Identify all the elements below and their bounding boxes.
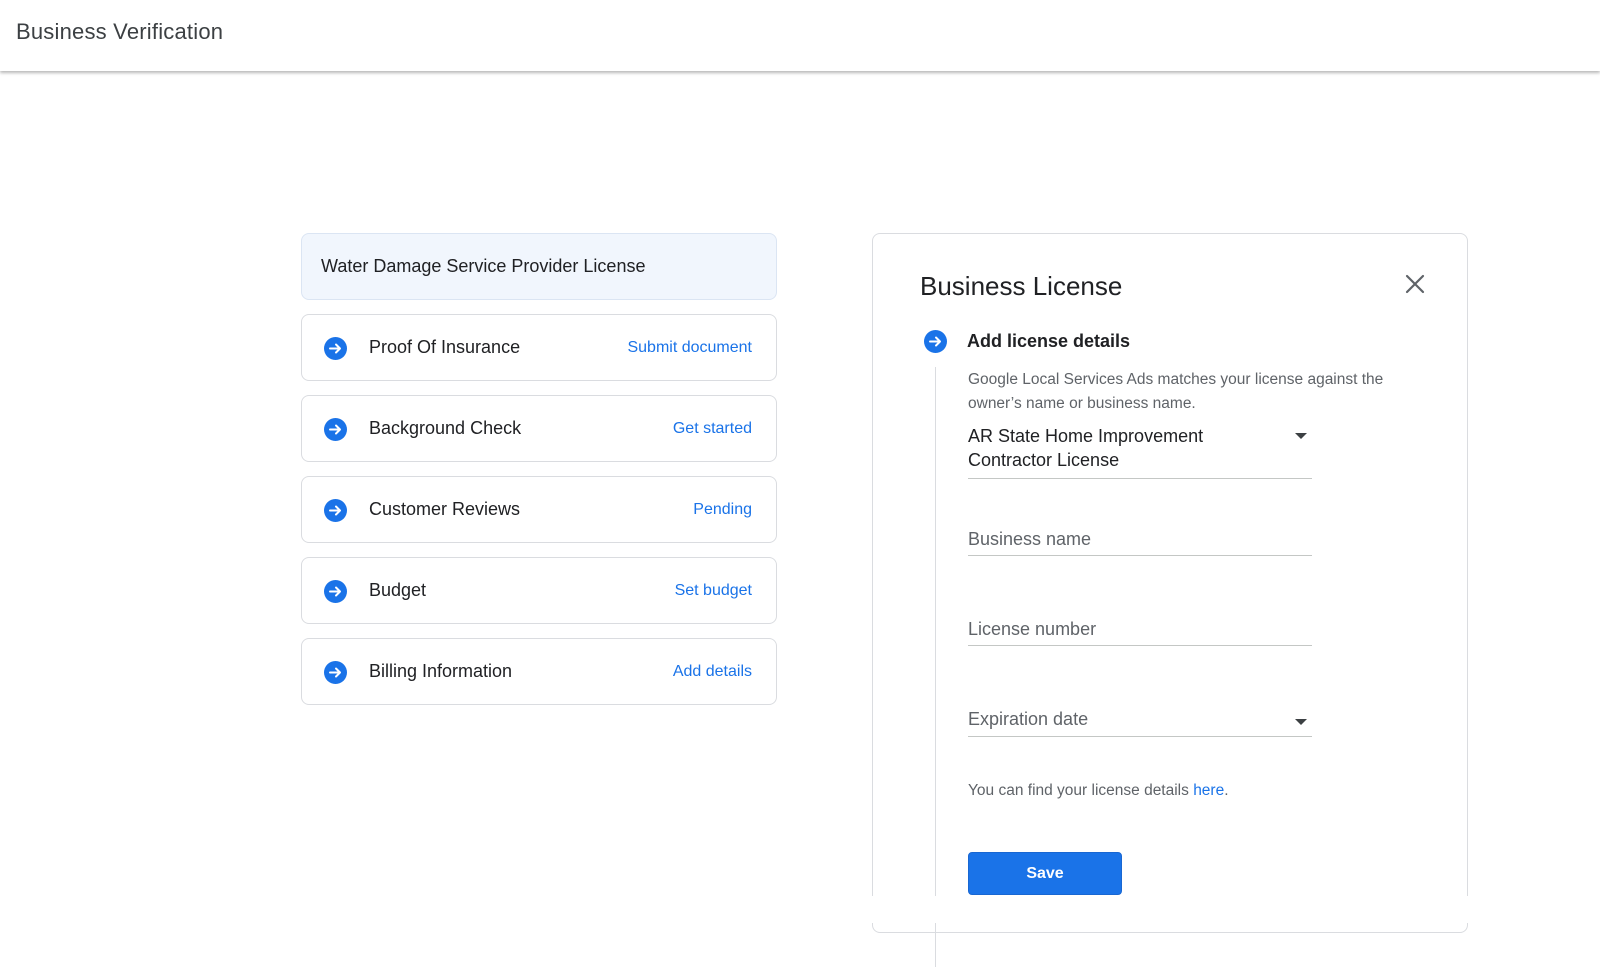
arrow-right-circle-icon (324, 661, 347, 684)
step-connector-line (935, 367, 936, 967)
chevron-down-icon (1295, 433, 1307, 439)
step-label: Proof Of Insurance (369, 337, 521, 357)
step-card-budget[interactable]: Budget Set budget (301, 557, 777, 624)
license-category-card: Water Damage Service Provider License (301, 233, 777, 300)
expiration-date-select[interactable]: Expiration date (968, 705, 1312, 737)
app-title: Business Verification (16, 19, 224, 44)
expiration-date-placeholder: Expiration date (968, 709, 1089, 729)
step-label: Customer Reviews (369, 499, 521, 519)
hint-period: . (1224, 782, 1229, 799)
section-title: Add license details (967, 331, 1131, 351)
step-card-billing-information[interactable]: Billing Information Add details (301, 638, 777, 705)
step-label: Budget (369, 580, 427, 600)
pending-status-link[interactable]: Pending (693, 501, 752, 519)
app-bar: Business Verification (0, 0, 1600, 71)
business-name-field[interactable] (968, 524, 1312, 556)
get-started-link[interactable]: Get started (673, 420, 752, 438)
step-card-background-check[interactable]: Background Check Get started (301, 395, 777, 462)
chevron-down-icon (1295, 719, 1307, 725)
here-link[interactable]: here (1193, 782, 1224, 799)
step-card-customer-reviews[interactable]: Customer Reviews Pending (301, 476, 777, 543)
step-label: Billing Information (369, 661, 513, 681)
business-name-input[interactable] (968, 524, 1312, 554)
arrow-right-circle-icon (924, 330, 947, 353)
add-details-link[interactable]: Add details (673, 663, 752, 681)
submit-document-link[interactable]: Submit document (627, 339, 752, 357)
save-button[interactable]: Save (968, 852, 1122, 895)
step-label: Background Check (369, 418, 522, 438)
business-license-panel: Business License Add license details Goo… (872, 233, 1468, 967)
arrow-right-circle-icon (324, 580, 347, 603)
step-card-proof-of-insurance[interactable]: Proof Of Insurance Submit document (301, 314, 777, 381)
license-hint: You can find your license details here. (968, 782, 1229, 800)
license-type-value: AR State Home Improvement Contractor Lic… (968, 426, 1204, 470)
arrow-right-circle-icon (324, 499, 347, 522)
close-icon[interactable] (1403, 272, 1427, 296)
license-type-select[interactable]: AR State Home Improvement Contractor Lic… (968, 424, 1312, 479)
license-description: Google Local Services Ads matches your l… (968, 371, 1384, 412)
license-number-field[interactable] (968, 614, 1312, 646)
page-bottom (0, 896, 1600, 923)
arrow-right-circle-icon (324, 337, 347, 360)
license-number-input[interactable] (968, 614, 1312, 644)
set-budget-link[interactable]: Set budget (675, 582, 752, 600)
arrow-right-circle-icon (324, 418, 347, 441)
panel-title: Business License (920, 271, 1123, 301)
hint-text: You can find your license details (968, 782, 1194, 799)
license-category-label: Water Damage Service Provider License (321, 256, 646, 276)
